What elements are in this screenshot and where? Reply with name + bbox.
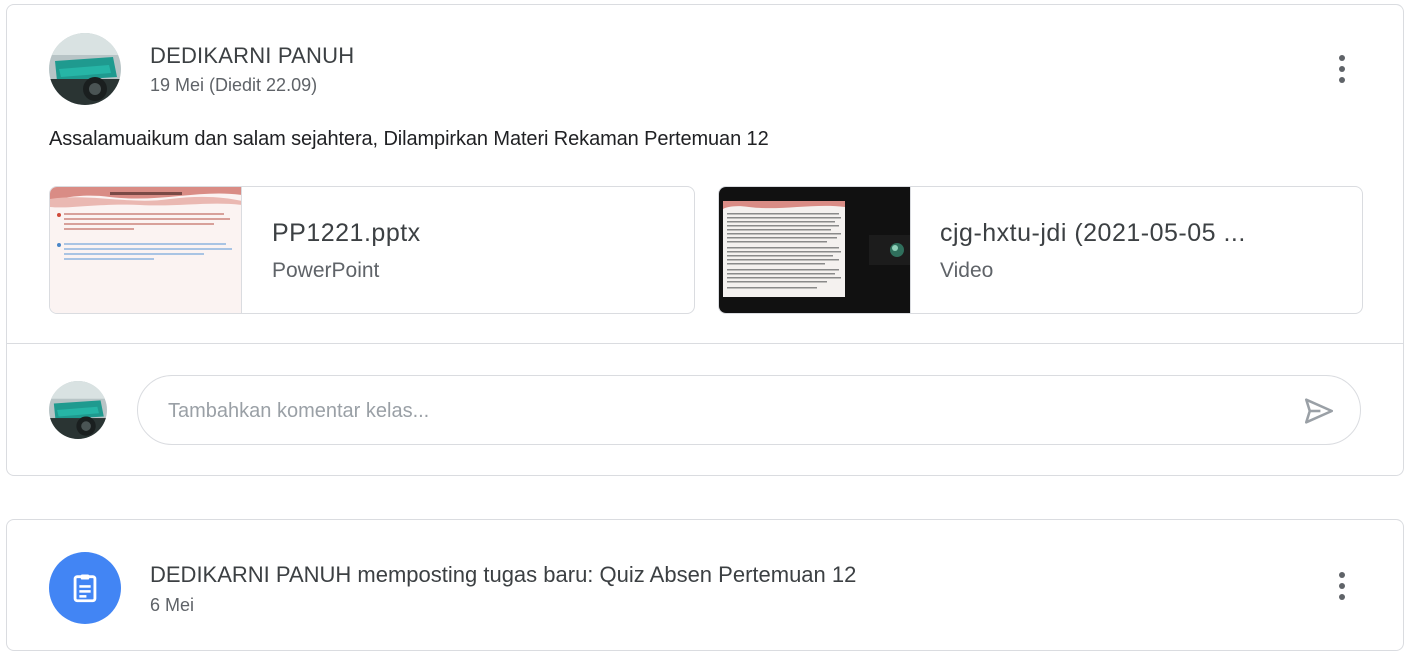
assignment-date: 6 Mei xyxy=(150,595,195,615)
more-vert-icon[interactable] xyxy=(1322,49,1362,89)
assignment-title: DEDIKARNI PANUH memposting tugas baru: Q… xyxy=(150,562,857,587)
assignment-icon xyxy=(49,552,121,624)
attachment-powerpoint[interactable]: PP1221.pptx PowerPoint xyxy=(49,186,695,314)
author-name: DEDIKARNI PANUH xyxy=(150,43,355,68)
attachment-video[interactable]: cjg-hxtu-jdi (2021-05-05 ... Video xyxy=(718,186,1363,314)
video-thumbnail xyxy=(719,187,911,313)
author-avatar xyxy=(49,33,121,105)
attachment-type: Video xyxy=(940,259,994,282)
announcement-card: DEDIKARNI PANUH 19 Mei (Diedit 22.09) As… xyxy=(6,4,1404,476)
more-vert-icon[interactable] xyxy=(1322,566,1362,606)
user-avatar xyxy=(49,381,107,439)
post-date: 19 Mei (Diedit 22.09) xyxy=(150,75,318,95)
comment-box xyxy=(137,375,1361,446)
pptx-thumbnail xyxy=(50,187,242,313)
post-body: Assalamuaikum dan salam sejahtera, Dilam… xyxy=(49,128,769,150)
comment-input[interactable] xyxy=(166,376,1250,446)
send-icon[interactable] xyxy=(1302,394,1336,428)
attachment-title: PP1221.pptx xyxy=(272,219,421,247)
attachment-type: PowerPoint xyxy=(272,259,380,282)
comment-divider xyxy=(7,343,1403,344)
attachment-title: cjg-hxtu-jdi (2021-05-05 ... xyxy=(940,219,1246,247)
assignment-card[interactable]: DEDIKARNI PANUH memposting tugas baru: Q… xyxy=(6,519,1404,651)
